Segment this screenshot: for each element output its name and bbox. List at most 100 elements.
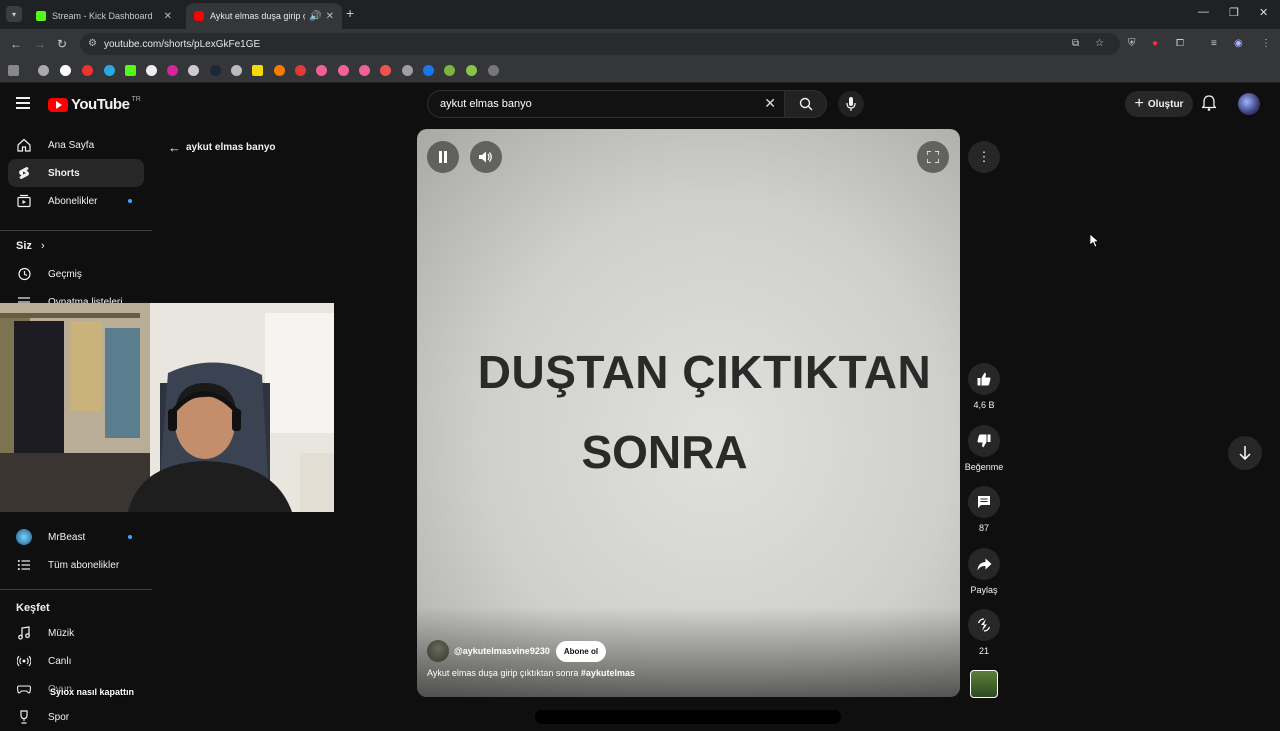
subscribe-button[interactable]: Abone ol [555, 640, 607, 662]
bookmark-icon[interactable] [38, 65, 49, 76]
bookmark-icon[interactable] [444, 65, 455, 76]
apps-grid-icon[interactable] [8, 65, 19, 76]
back-to-search-link[interactable]: ← aykut elmas banyo [168, 140, 275, 155]
bottom-overlay-bar [535, 710, 841, 724]
instagram-bookmark-icon[interactable] [167, 65, 178, 76]
next-short-button[interactable] [1228, 436, 1262, 470]
comments-button[interactable] [968, 486, 1000, 518]
sidebar-item-music[interactable]: Müzik [8, 619, 144, 647]
browser-tab-kick[interactable]: Stream - Kick Dashboard ✕ [28, 3, 180, 29]
steam-bookmark-icon[interactable] [210, 65, 221, 76]
you-section-heading[interactable]: Siz › [16, 240, 45, 252]
sidebar-item-label: Müzik [48, 627, 75, 639]
browser-tab-youtube[interactable]: Aykut elmas duşa girip çıktıktan sonra 🔊… [186, 3, 342, 29]
volume-button[interactable] [470, 141, 502, 173]
close-tab-icon[interactable]: ✕ [164, 11, 172, 22]
bookmark-star-icon[interactable]: ☆ [1095, 38, 1104, 49]
extensions-icon[interactable]: ⧠ [1176, 38, 1184, 49]
url-field[interactable]: ⚙ youtube.com/shorts/pLexGkFe1GE [80, 33, 1120, 55]
channel-handle[interactable]: @aykutelmasvine9230 [454, 646, 550, 656]
account-avatar[interactable] [1238, 93, 1260, 115]
voice-search-button[interactable] [838, 91, 864, 117]
audio-playing-icon[interactable]: 🔊 [309, 11, 321, 22]
chevron-right-icon: › [40, 240, 45, 252]
video-title[interactable]: Aykut elmas duşa girip çıktıktan sonra #… [427, 668, 635, 678]
profile-icon[interactable]: ◉ [1234, 38, 1243, 49]
guide-menu-icon[interactable] [16, 97, 30, 112]
bookmark-icon[interactable] [338, 65, 349, 76]
bookmark-icon[interactable] [402, 65, 413, 76]
close-tab-icon[interactable]: ✕ [326, 11, 334, 22]
shorts-video-player[interactable]: DUŞTAN ÇIKTIKTAN SONRA @aykutelmasvine92… [417, 129, 960, 697]
youtube-bookmark-icon[interactable] [82, 65, 93, 76]
media-controls-icon[interactable]: ≡ [1211, 38, 1217, 49]
bookmark-icon[interactable] [295, 65, 306, 76]
sidebar-item-home[interactable]: Ana Sayfa [8, 131, 144, 159]
back-icon[interactable]: ← [10, 37, 22, 51]
new-tab-button[interactable]: + [346, 5, 354, 21]
sidebar-item-live[interactable]: Canlı [8, 647, 144, 675]
close-window-icon[interactable]: ✕ [1259, 6, 1268, 19]
bookmark-icon[interactable] [380, 65, 391, 76]
hashtag-link[interactable]: #aykutelmas [581, 668, 635, 678]
search-input[interactable]: aykut elmas banyo ✕ [427, 90, 785, 118]
sound-source-thumbnail[interactable] [970, 670, 998, 698]
kick-favicon-icon [36, 11, 46, 21]
sidebar-item-shorts[interactable]: Shorts [8, 159, 144, 187]
site-info-icon[interactable]: ⚙ [88, 38, 97, 49]
bookmark-icon[interactable] [316, 65, 327, 76]
bookmark-icon[interactable] [466, 65, 477, 76]
more-options-button[interactable]: ⋮ [968, 141, 1000, 173]
pause-button[interactable] [427, 141, 459, 173]
bookmark-icon[interactable] [252, 65, 263, 76]
bookmark-icon[interactable] [274, 65, 285, 76]
maximize-icon[interactable]: ❐ [1229, 6, 1239, 19]
list-icon [17, 560, 30, 570]
bookmark-icon[interactable] [104, 65, 115, 76]
youtube-logo[interactable]: YouTube TR [48, 96, 141, 113]
sidebar-item-sports[interactable]: Spor [8, 703, 144, 731]
youtube-play-logo-icon [48, 97, 68, 112]
sidebar-item-all-subscriptions[interactable]: Tüm abonelikler [8, 551, 144, 579]
music-note-icon [18, 626, 30, 640]
subscriptions-icon [17, 194, 31, 208]
streamer-webcam-overlay [0, 303, 334, 512]
bookmark-icon[interactable] [488, 65, 499, 76]
channel-avatar[interactable] [427, 640, 449, 662]
share-button[interactable] [968, 548, 1000, 580]
notifications-button[interactable] [1200, 95, 1218, 116]
mouse-cursor-icon [1089, 233, 1100, 253]
remix-button[interactable] [968, 609, 1000, 641]
fullscreen-button[interactable] [917, 141, 949, 173]
like-count: 4,6 B [973, 400, 995, 410]
thumbs-up-icon [977, 372, 991, 386]
history-icon [18, 267, 31, 281]
youtube-favicon-icon [194, 11, 204, 21]
bookmark-icon[interactable] [359, 65, 370, 76]
create-button[interactable]: + Oluştur [1125, 91, 1193, 117]
bookmark-icon[interactable] [231, 65, 242, 76]
shorts-action-bar: ⋮ 4,6 B Beğenme 87 Paylaş 21 [962, 129, 1006, 709]
like-button[interactable] [968, 363, 1000, 395]
sidebar-item-history[interactable]: Geçmiş [8, 260, 144, 288]
reload-icon[interactable]: ↻ [57, 37, 67, 51]
extension-red-icon[interactable]: ● [1152, 38, 1158, 49]
sidebar-sub-mrbeast[interactable]: MrBeast [8, 523, 144, 551]
google-bookmark-icon[interactable] [60, 65, 71, 76]
sidebar-item-subscriptions[interactable]: Abonelikler [8, 187, 144, 215]
logo-text: YouTube [71, 96, 130, 113]
kick-bookmark-icon[interactable] [125, 65, 136, 76]
tab-search-button[interactable]: ▾ [6, 6, 22, 22]
forward-icon[interactable]: → [34, 37, 46, 51]
menu-kebab-icon[interactable]: ⋮ [1261, 38, 1271, 49]
facebook-bookmark-icon[interactable] [423, 65, 434, 76]
bookmark-icon[interactable] [188, 65, 199, 76]
minimize-icon[interactable]: — [1198, 6, 1209, 18]
search-button[interactable] [785, 90, 827, 118]
bookmark-icon[interactable] [146, 65, 157, 76]
clear-search-icon[interactable]: ✕ [764, 95, 776, 112]
live-broadcast-icon [17, 655, 31, 667]
dislike-button[interactable] [968, 425, 1000, 457]
extension-shield-icon[interactable]: ⛨ [1128, 38, 1136, 49]
cast-icon[interactable]: ⧉ [1072, 38, 1079, 49]
